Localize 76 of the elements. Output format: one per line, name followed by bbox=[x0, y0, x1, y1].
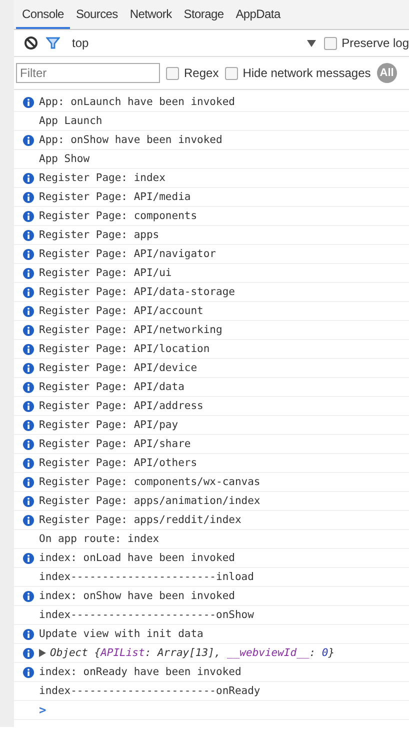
console-message: Register Page: API/networking bbox=[39, 324, 222, 336]
regex-checkbox[interactable] bbox=[166, 66, 179, 80]
console-message: App Show bbox=[39, 153, 90, 165]
console-message: Update view with init data bbox=[39, 628, 204, 640]
info-icon bbox=[23, 590, 34, 602]
console-message: index-----------------------inload bbox=[39, 571, 254, 583]
console-message: Register Page: components bbox=[39, 210, 198, 222]
console-message: Register Page: index bbox=[39, 172, 166, 184]
console-message: index: onReady have been invoked bbox=[39, 666, 242, 678]
info-icon bbox=[23, 458, 34, 468]
dropdown-icon[interactable] bbox=[306, 40, 316, 46]
regex-label: Regex bbox=[184, 66, 219, 80]
console-prompt[interactable]: > bbox=[39, 703, 46, 717]
console-message: On app route: index bbox=[39, 533, 160, 545]
info-icon bbox=[23, 362, 34, 374]
info-icon bbox=[23, 382, 34, 392]
info-icon bbox=[23, 666, 34, 678]
panel-tab[interactable]: Storage bbox=[178, 0, 230, 29]
info-icon bbox=[23, 514, 34, 526]
console-message: App: onLaunch have been invoked bbox=[39, 96, 235, 108]
context-selector[interactable]: top bbox=[68, 36, 299, 50]
console-message: index-----------------------onShow bbox=[39, 609, 254, 621]
console-message: Register Page: API/ui bbox=[39, 267, 172, 279]
console-message: Register Page: apps/animation/index bbox=[39, 495, 260, 507]
console-message: Register Page: API/address bbox=[39, 400, 204, 412]
info-icon bbox=[23, 286, 34, 298]
info-icon bbox=[23, 192, 34, 202]
console-object[interactable]: Object {APIList: Array[13], __webviewId__: 0} bbox=[50, 647, 335, 659]
hide-network-checkbox[interactable] bbox=[224, 66, 238, 80]
info-icon bbox=[23, 648, 34, 658]
info-icon bbox=[23, 400, 34, 412]
filter-field[interactable]: Filter bbox=[16, 63, 160, 83]
info-icon bbox=[23, 96, 34, 108]
info-icon bbox=[23, 496, 34, 506]
console-message: App: onShow have been invoked bbox=[39, 134, 222, 146]
hide-network-label: Hide network messages bbox=[242, 66, 371, 80]
info-icon bbox=[23, 306, 34, 316]
console-message: Register Page: API/others bbox=[39, 457, 198, 469]
info-icon bbox=[23, 476, 34, 488]
info-icon bbox=[23, 172, 34, 184]
info-icon bbox=[23, 324, 34, 336]
clear-icon[interactable] bbox=[24, 36, 38, 50]
preserve-log-label: Preserve log bbox=[342, 36, 409, 50]
console-message: Register Page: API/data-storage bbox=[39, 286, 235, 298]
info-icon bbox=[23, 134, 34, 146]
info-icon bbox=[23, 230, 34, 240]
console-message: Register Page: API/media bbox=[39, 191, 191, 203]
console-message: Register Page: API/navigator bbox=[39, 248, 216, 260]
preserve-log-checkbox[interactable] bbox=[324, 36, 337, 50]
console-message: index: onLoad have been invoked bbox=[39, 552, 235, 564]
console-message: Register Page: API/device bbox=[39, 362, 198, 374]
console-message: Register Page: API/share bbox=[39, 438, 191, 450]
info-icon bbox=[23, 344, 34, 354]
info-icon bbox=[23, 438, 34, 450]
panel-tab[interactable]: Console bbox=[16, 0, 70, 29]
console-message: Register Page: API/pay bbox=[39, 419, 178, 431]
console-message: Register Page: apps/reddit/index bbox=[39, 514, 242, 526]
console-message: Register Page: components/wx-canvas bbox=[39, 476, 260, 488]
panel-tab[interactable]: AppData bbox=[230, 0, 286, 29]
info-icon bbox=[23, 420, 34, 430]
info-icon bbox=[23, 268, 34, 278]
panel-tab[interactable]: Sources bbox=[70, 0, 124, 29]
console-message: Register Page: API/data bbox=[39, 381, 184, 393]
console-message: Register Page: apps bbox=[39, 229, 160, 241]
console-message: Register Page: API/account bbox=[39, 305, 204, 317]
filter-icon[interactable] bbox=[46, 36, 60, 50]
console-message: App Launch bbox=[39, 115, 102, 127]
console-message: index-----------------------onReady bbox=[39, 685, 260, 697]
info-icon bbox=[23, 248, 34, 260]
info-icon bbox=[23, 210, 34, 222]
console-message: Register Page: API/location bbox=[39, 343, 210, 355]
console-message: index: onShow have been invoked bbox=[39, 590, 235, 602]
info-icon bbox=[23, 552, 34, 564]
info-icon bbox=[23, 628, 34, 640]
panel-tab[interactable]: Network bbox=[124, 0, 178, 29]
expand-triangle-icon[interactable] bbox=[39, 649, 46, 657]
